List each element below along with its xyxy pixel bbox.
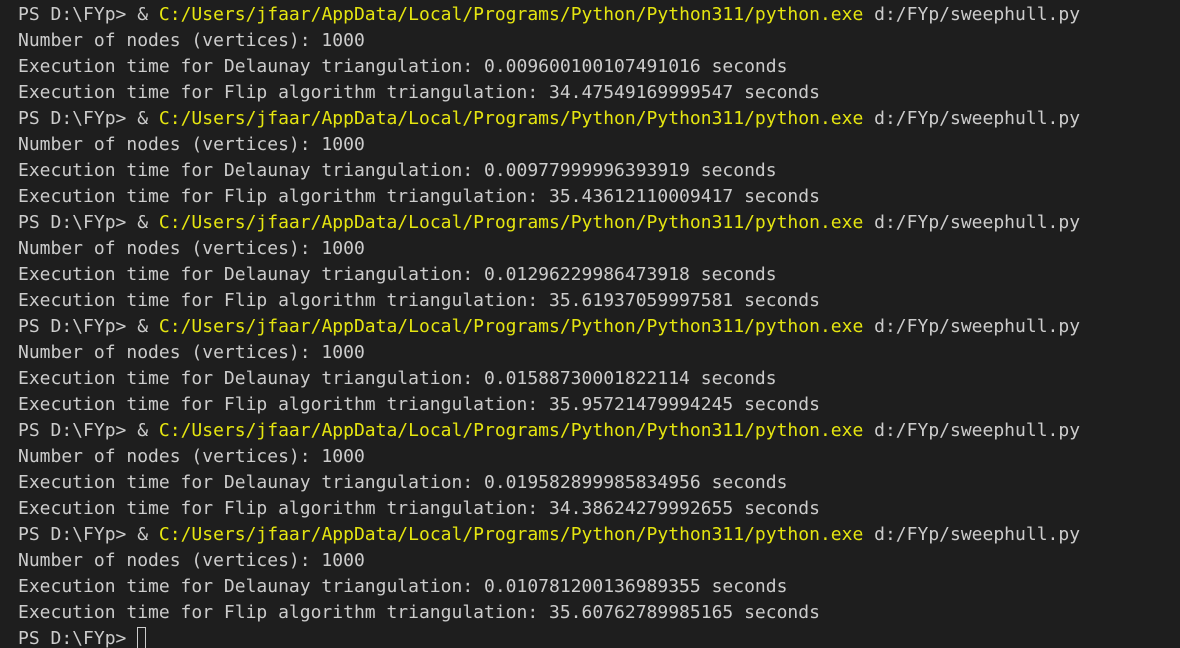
prompt: PS D:\FYp> & [18, 108, 159, 129]
script-path: d:/FYp/sweephull.py [863, 420, 1081, 441]
output-flip-time: Execution time for Flip algorithm triang… [18, 186, 820, 207]
output-delaunay-time: Execution time for Delaunay triangulatio… [18, 264, 777, 285]
script-path: d:/FYp/sweephull.py [863, 4, 1081, 25]
command-line: PS D:\FYp> & C:/Users/jfaar/AppData/Loca… [18, 2, 1180, 28]
output-delaunay-time: Execution time for Delaunay triangulatio… [18, 56, 788, 77]
script-path: d:/FYp/sweephull.py [863, 316, 1081, 337]
prompt: PS D:\FYp> [18, 628, 138, 648]
terminal-panel[interactable]: PS D:\FYp> & C:/Users/jfaar/AppData/Loca… [0, 0, 1180, 648]
output-nodes: Number of nodes (vertices): 1000 [18, 238, 365, 259]
command-line: PS D:\FYp> & C:/Users/jfaar/AppData/Loca… [18, 210, 1180, 236]
python-exe-path: C:/Users/jfaar/AppData/Local/Programs/Py… [158, 420, 864, 441]
output-nodes: Number of nodes (vertices): 1000 [18, 342, 365, 363]
script-path: d:/FYp/sweephull.py [863, 108, 1081, 129]
python-exe-path: C:/Users/jfaar/AppData/Local/Programs/Py… [158, 4, 864, 25]
output-flip-time: Execution time for Flip algorithm triang… [18, 498, 820, 519]
output-nodes: Number of nodes (vertices): 1000 [18, 134, 365, 155]
prompt: PS D:\FYp> & [18, 4, 159, 25]
output-delaunay-time: Execution time for Delaunay triangulatio… [18, 472, 788, 493]
output-delaunay-time: Execution time for Delaunay triangulatio… [18, 368, 777, 389]
output-nodes: Number of nodes (vertices): 1000 [18, 446, 365, 467]
text-cursor[interactable] [137, 626, 147, 648]
python-exe-path: C:/Users/jfaar/AppData/Local/Programs/Py… [158, 108, 864, 129]
python-exe-path: C:/Users/jfaar/AppData/Local/Programs/Py… [158, 212, 864, 233]
output-flip-time: Execution time for Flip algorithm triang… [18, 602, 820, 623]
python-exe-path: C:/Users/jfaar/AppData/Local/Programs/Py… [158, 524, 864, 545]
terminal-output: PS D:\FYp> & C:/Users/jfaar/AppData/Loca… [18, 2, 1180, 648]
command-line: PS D:\FYp> & C:/Users/jfaar/AppData/Loca… [18, 418, 1180, 444]
prompt: PS D:\FYp> & [18, 524, 159, 545]
command-line: PS D:\FYp> & C:/Users/jfaar/AppData/Loca… [18, 314, 1180, 340]
python-exe-path: C:/Users/jfaar/AppData/Local/Programs/Py… [158, 316, 864, 337]
command-line: PS D:\FYp> & C:/Users/jfaar/AppData/Loca… [18, 522, 1180, 548]
output-flip-time: Execution time for Flip algorithm triang… [18, 82, 820, 103]
output-flip-time: Execution time for Flip algorithm triang… [18, 394, 820, 415]
output-flip-time: Execution time for Flip algorithm triang… [18, 290, 820, 311]
prompt: PS D:\FYp> & [18, 212, 159, 233]
output-delaunay-time: Execution time for Delaunay triangulatio… [18, 160, 777, 181]
script-path: d:/FYp/sweephull.py [863, 524, 1081, 545]
command-line: PS D:\FYp> & C:/Users/jfaar/AppData/Loca… [18, 106, 1180, 132]
output-nodes: Number of nodes (vertices): 1000 [18, 550, 365, 571]
prompt: PS D:\FYp> & [18, 420, 159, 441]
output-nodes: Number of nodes (vertices): 1000 [18, 30, 365, 51]
prompt: PS D:\FYp> & [18, 316, 159, 337]
script-path: d:/FYp/sweephull.py [863, 212, 1081, 233]
output-delaunay-time: Execution time for Delaunay triangulatio… [18, 576, 788, 597]
current-prompt-line[interactable]: PS D:\FYp> [18, 626, 1180, 648]
